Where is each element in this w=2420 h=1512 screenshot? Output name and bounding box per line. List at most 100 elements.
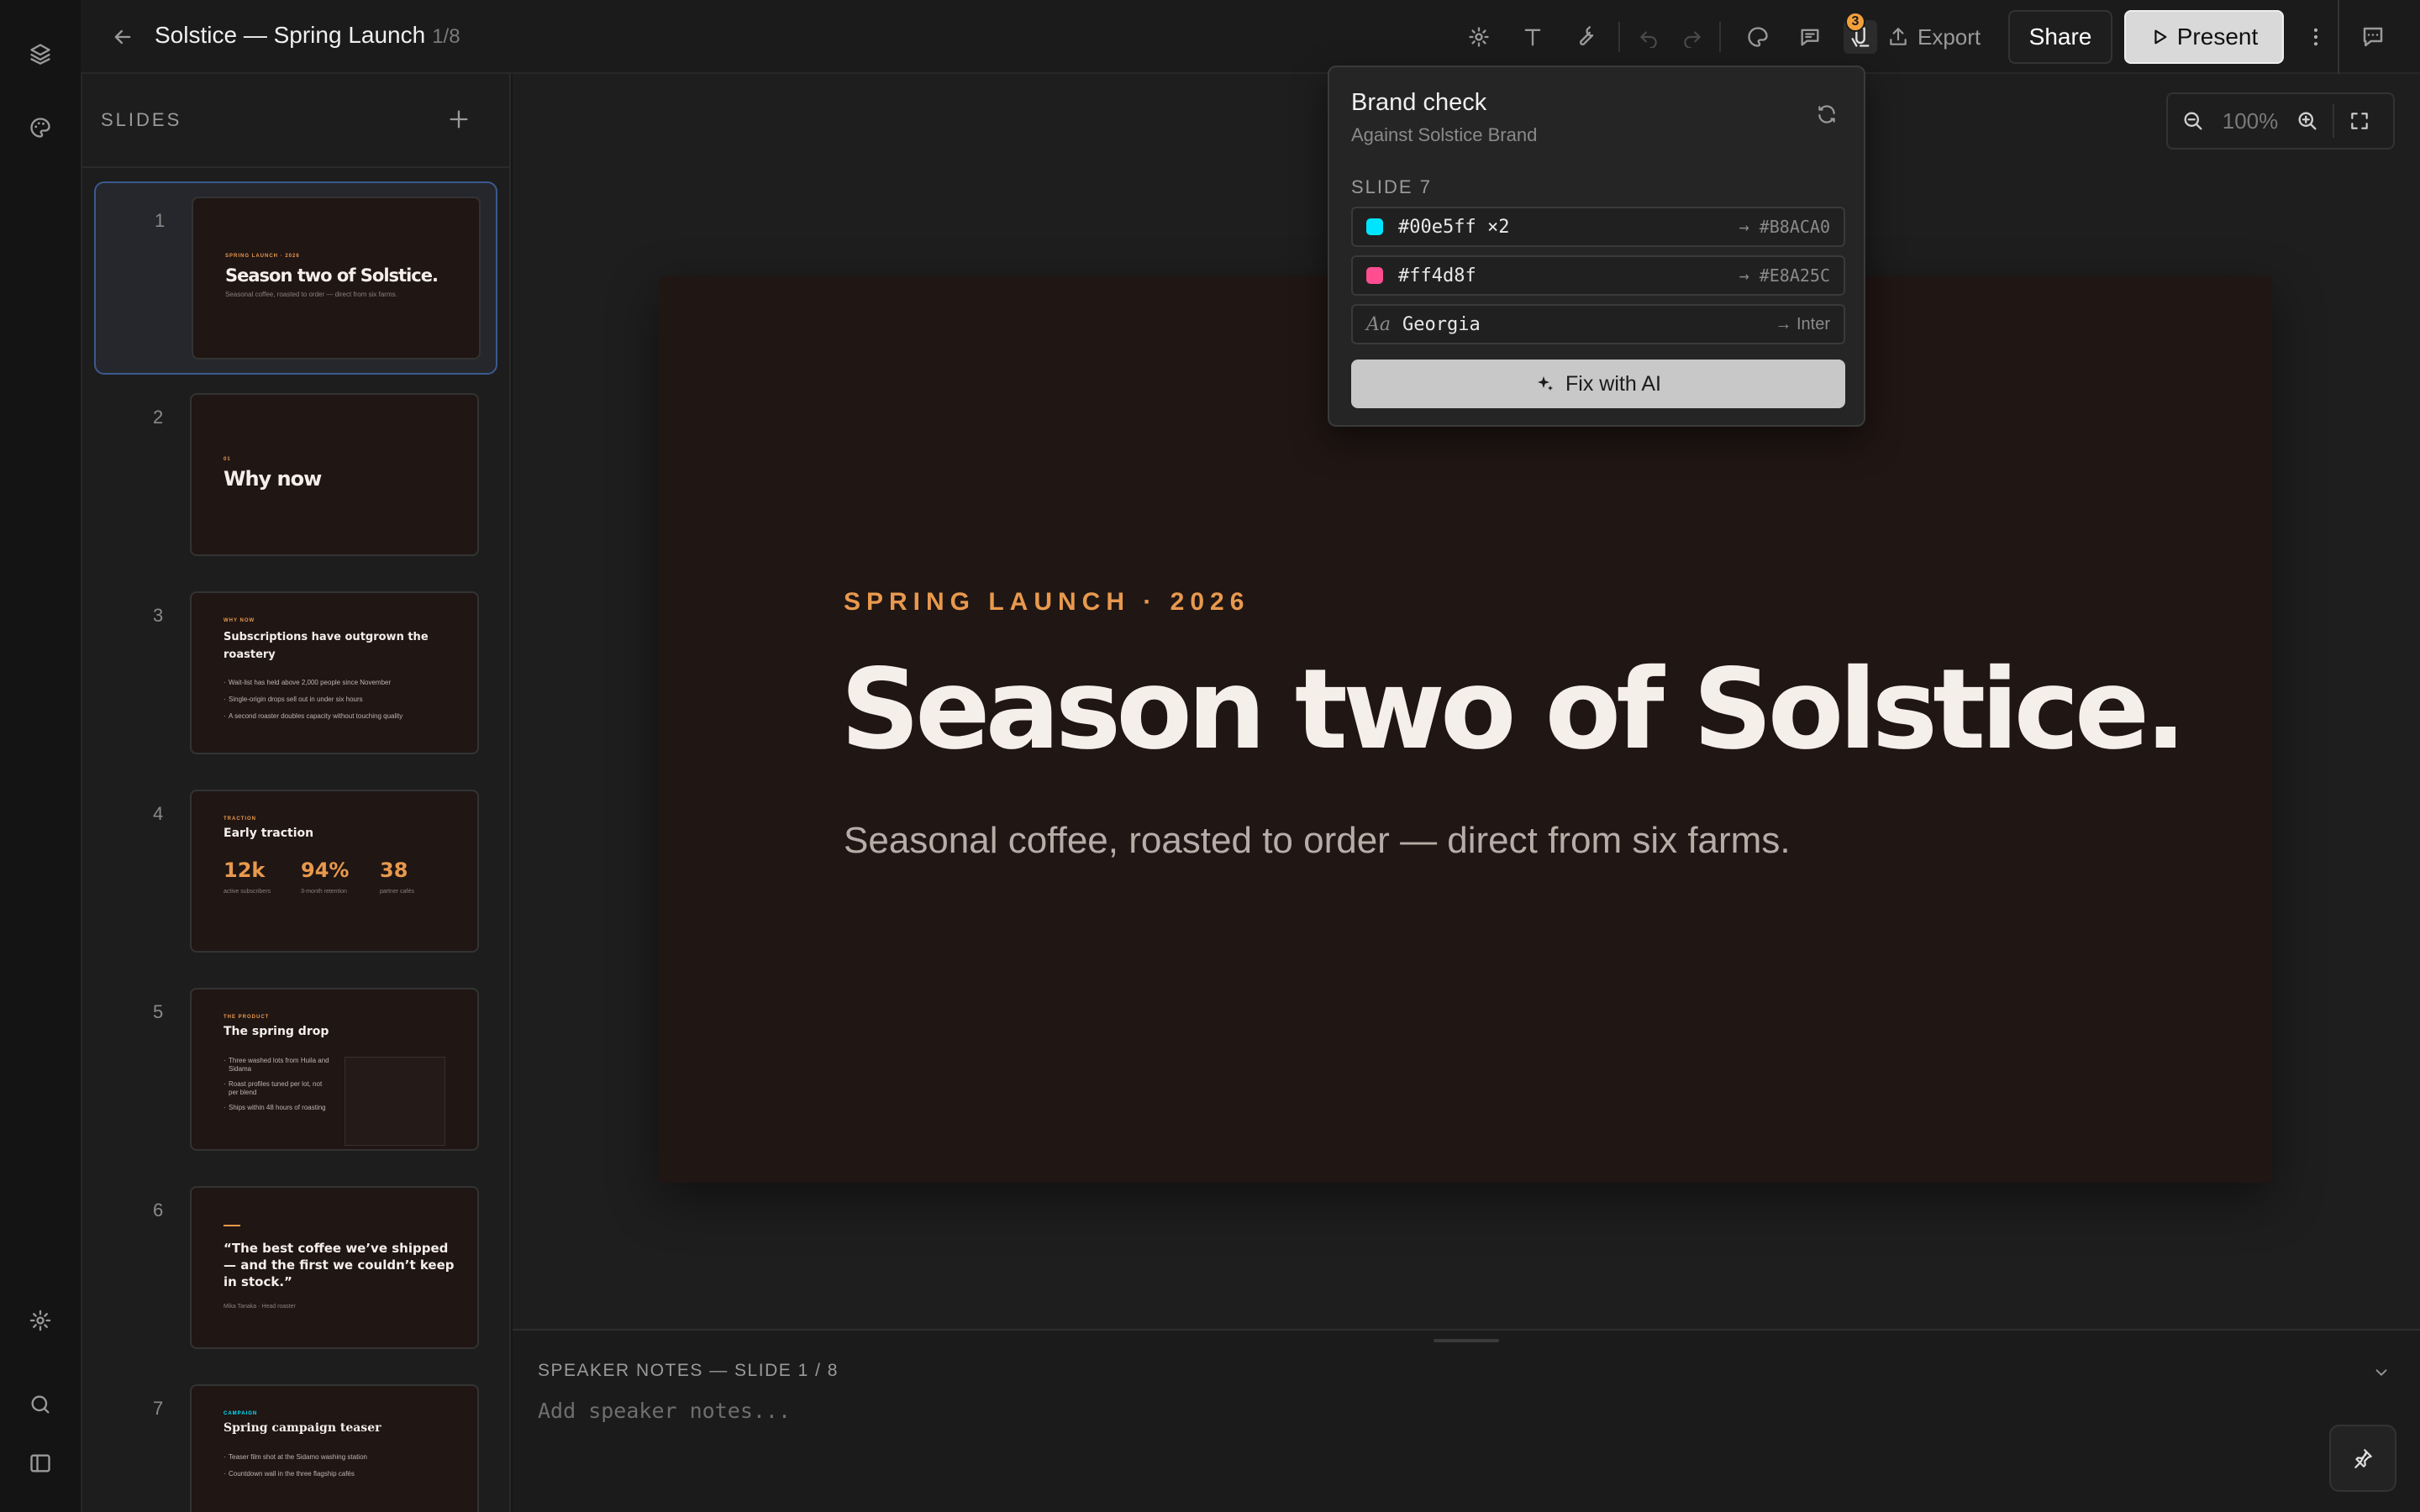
thumb-stat-caption: 3-month retention bbox=[301, 889, 347, 895]
thumb-bullet: Roast profiles tuned per lot, not per bl… bbox=[224, 1080, 329, 1097]
back-icon[interactable] bbox=[106, 20, 139, 54]
slide-preview: THE PRODUCT The spring drop Three washed… bbox=[190, 988, 479, 1151]
thumb-image-placeholder bbox=[345, 1057, 445, 1146]
thumb-title: Spring campaign teaser bbox=[224, 1421, 381, 1435]
color-swatch bbox=[1366, 267, 1383, 284]
slide-preview: TRACTION Early traction 12k active subsc… bbox=[190, 790, 479, 953]
thumb-eyebrow: THE PRODUCT bbox=[224, 1015, 270, 1020]
present-button[interactable]: Present bbox=[2124, 10, 2284, 64]
thumb-stat: 38 bbox=[380, 858, 408, 882]
thumb-attribution: Mika Tanaka · Head roaster bbox=[224, 1304, 296, 1310]
thumb-title: The spring drop bbox=[224, 1025, 329, 1038]
add-slide-icon[interactable] bbox=[442, 102, 476, 136]
icon-rail bbox=[0, 0, 81, 1512]
redo-icon[interactable] bbox=[1676, 20, 1709, 54]
zoom-out-icon[interactable] bbox=[2176, 104, 2210, 138]
search-icon[interactable] bbox=[24, 1388, 57, 1421]
zoom-level: 100% bbox=[2222, 108, 2279, 134]
thumb-eyebrow: 01 bbox=[224, 457, 231, 462]
sidebar-toggle-icon[interactable] bbox=[24, 1446, 57, 1480]
slides-panel-header: SLIDES bbox=[82, 74, 509, 168]
slide-thumbnail-1[interactable]: 1 SPRING LAUNCH · 2026 Season two of Sol… bbox=[94, 181, 497, 375]
slide-thumbnail-6[interactable]: 6 “The best coffee we’ve shipped — and t… bbox=[94, 1173, 497, 1366]
thumb-bullet: A second roaster doubles capacity withou… bbox=[224, 712, 402, 720]
more-options-icon[interactable] bbox=[2299, 20, 2333, 54]
slide-thumbnail-7[interactable]: 7 CAMPAIGN Spring campaign teaser Teaser… bbox=[94, 1371, 497, 1512]
export-button[interactable]: Export bbox=[1887, 18, 1981, 55]
brand-issue-color[interactable]: #ff4d8f → #E8A25C bbox=[1351, 255, 1845, 296]
fix-with-ai-button[interactable]: Fix with AI bbox=[1351, 360, 1845, 408]
thumb-subtitle: Seasonal coffee, roasted to order — dire… bbox=[225, 291, 397, 298]
brand-issue-font[interactable]: Aa Georgia → Inter bbox=[1351, 304, 1845, 344]
thumb-stat: 12k bbox=[224, 858, 266, 882]
slide-preview: “The best coffee we’ve shipped — and the… bbox=[190, 1186, 479, 1349]
slide-title[interactable]: Season two of Solstice. bbox=[840, 645, 2186, 774]
slide-thumbnail-5[interactable]: 5 THE PRODUCT The spring drop Three wash… bbox=[94, 974, 497, 1168]
chevron-down-icon[interactable] bbox=[2368, 1359, 2395, 1386]
pin-icon[interactable] bbox=[2329, 1425, 2396, 1492]
layers-icon[interactable] bbox=[24, 37, 57, 71]
fullscreen-icon[interactable] bbox=[2343, 104, 2376, 138]
thumb-eyebrow: TRACTION bbox=[224, 816, 256, 822]
toolbar-divider bbox=[2338, 0, 2339, 74]
toolbar-divider bbox=[1618, 22, 1620, 52]
share-button[interactable]: Share bbox=[2008, 10, 2112, 64]
slide-preview: 01 Why now bbox=[190, 393, 479, 556]
palette-icon[interactable] bbox=[24, 111, 57, 144]
thumb-eyebrow: CAMPAIGN bbox=[224, 1411, 258, 1416]
slide-eyebrow[interactable]: SPRING LAUNCH · 2026 bbox=[844, 588, 1249, 617]
thumb-title: Early traction bbox=[224, 827, 314, 840]
undo-icon[interactable] bbox=[1632, 20, 1665, 54]
slide-thumbnail-4[interactable]: 4 TRACTION Early traction 12k active sub… bbox=[94, 776, 497, 969]
issue-value: Georgia bbox=[1402, 313, 1481, 335]
slide-number: 1 bbox=[155, 210, 166, 231]
slide-preview: CAMPAIGN Spring campaign teaser Teaser f… bbox=[190, 1384, 479, 1512]
thumb-bullet: Ships within 48 hours of roasting bbox=[224, 1104, 329, 1112]
thumb-quote-rule bbox=[224, 1225, 240, 1226]
settings-icon[interactable] bbox=[1462, 20, 1496, 54]
top-bar: Solstice — Spring Launch 1/8 3 Export Sha… bbox=[81, 0, 2420, 74]
issue-value: #ff4d8f bbox=[1398, 265, 1476, 286]
thumb-bullet: Countdown wall in the three flagship caf… bbox=[224, 1470, 355, 1478]
wrench-icon[interactable] bbox=[1568, 20, 1602, 54]
brand-check-badge: 3 bbox=[1845, 12, 1865, 32]
thumb-stat-caption: partner cafés bbox=[380, 889, 414, 895]
thumb-bullet: Three washed lots from Huila and Sidama bbox=[224, 1057, 329, 1074]
thumb-title: Subscriptions have outgrown the roastery bbox=[224, 631, 429, 661]
brand-check-title: Brand check bbox=[1351, 89, 1487, 116]
play-icon bbox=[2154, 29, 2167, 45]
comment-icon[interactable] bbox=[1793, 20, 1827, 54]
palette-icon[interactable] bbox=[1741, 20, 1775, 54]
speaker-notes-title: SPEAKER NOTES — SLIDE 1 / 8 bbox=[538, 1361, 839, 1380]
slide-preview: WHY NOW Subscriptions have outgrown the … bbox=[190, 591, 479, 754]
thumb-eyebrow: SPRING LAUNCH · 2026 bbox=[225, 254, 300, 259]
page-indicator: 1/8 bbox=[432, 25, 460, 48]
settings-icon[interactable] bbox=[24, 1304, 57, 1337]
text-icon[interactable] bbox=[1516, 20, 1549, 54]
slide-number: 3 bbox=[153, 605, 164, 626]
refresh-icon[interactable] bbox=[1812, 99, 1842, 129]
thumb-stat-caption: active subscribers bbox=[224, 889, 271, 895]
chat-icon[interactable] bbox=[2356, 20, 2390, 54]
slide-number: 2 bbox=[153, 407, 164, 428]
slide-thumbnail-3[interactable]: 3 WHY NOW Subscriptions have outgrown th… bbox=[94, 578, 497, 771]
toolbar-divider bbox=[1719, 22, 1721, 52]
thumb-bullet: Wait-list has held above 2,000 people si… bbox=[224, 679, 391, 686]
slide-thumbnail-2[interactable]: 2 01 Why now bbox=[94, 380, 497, 573]
zoom-divider bbox=[2333, 104, 2334, 138]
zoom-in-icon[interactable] bbox=[2291, 104, 2324, 138]
speaker-notes-input[interactable] bbox=[538, 1391, 2050, 1430]
brand-issue-color[interactable]: #00e5ff ×2 → #B8ACA0 bbox=[1351, 207, 1845, 247]
slide-subtitle[interactable]: Seasonal coffee, roasted to order — dire… bbox=[844, 820, 1791, 862]
resize-handle[interactable] bbox=[1434, 1339, 1499, 1342]
color-swatch bbox=[1366, 218, 1383, 235]
document-title[interactable]: Solstice — Spring Launch 1/8 bbox=[155, 22, 460, 49]
thumb-quote: “The best coffee we’ve shipped — and the… bbox=[224, 1241, 455, 1289]
fix-with-ai-label: Fix with AI bbox=[1565, 371, 1661, 396]
slide-number: 4 bbox=[153, 803, 164, 824]
slide-number: 6 bbox=[153, 1200, 164, 1221]
thumb-eyebrow: WHY NOW bbox=[224, 618, 255, 623]
font-icon: Aa bbox=[1366, 313, 1392, 335]
issue-fix: → #E8A25C bbox=[1739, 265, 1830, 286]
slide-number: 7 bbox=[153, 1398, 164, 1419]
